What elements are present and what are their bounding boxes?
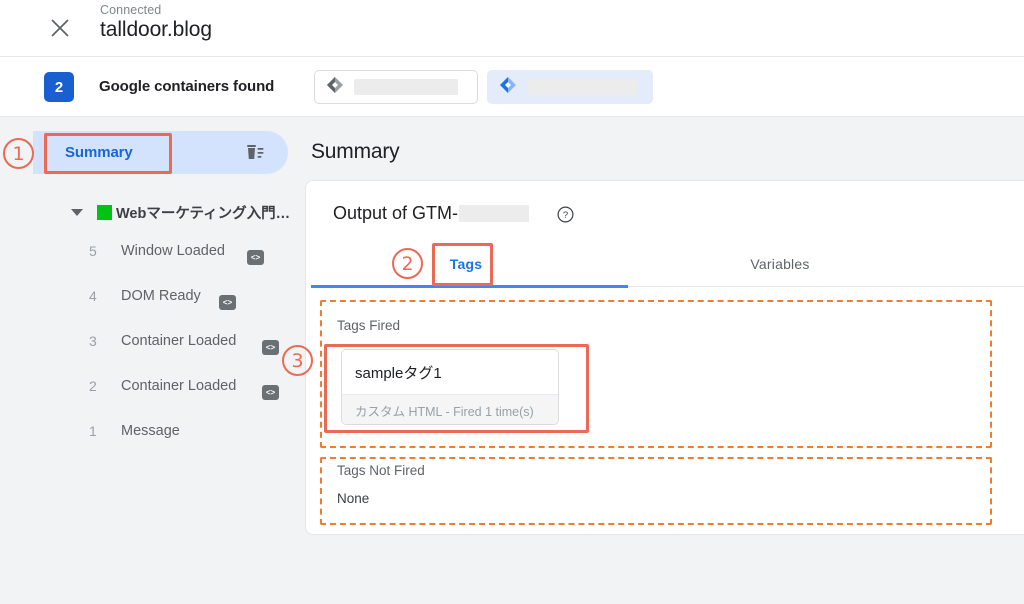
event-number: 4 [89,288,97,304]
code-icon: <> [219,295,236,310]
sidebar-event-3[interactable]: 3 Container Loaded <> [33,333,305,363]
connection-status: Connected [100,3,162,17]
tag-name: sampleタグ1 [355,364,442,382]
code-icon: <> [247,250,264,265]
code-icon: <> [262,340,279,355]
sidebar-event-1[interactable]: 1 Message [33,423,305,453]
help-circle-icon[interactable]: ? [557,206,574,223]
tag-meta: カスタム HTML - Fired 1 time(s) [342,394,558,424]
gtm-id-redacted [459,205,530,222]
close-icon[interactable] [44,12,76,44]
event-number: 1 [89,423,97,439]
tags-not-fired-title: Tags Not Fired [337,463,425,478]
sidebar-item-summary[interactable]: Summary [33,131,288,174]
container-status-indicator [97,204,112,220]
event-number: 5 [89,243,97,259]
container-chip-0[interactable] [314,70,478,104]
caret-down-icon[interactable] [71,208,83,216]
event-label: Window Loaded [121,243,225,259]
event-number: 2 [89,378,97,394]
top-bar: Connected talldoor.blog [0,0,1024,57]
sidebar-item-label: Summary [65,144,133,161]
code-icon: <> [262,385,279,400]
tab-tags[interactable]: Tags [433,245,499,283]
sidebar-event-2[interactable]: 2 Container Loaded <> [33,378,305,408]
tab-active-underline [311,285,628,288]
fired-tag-card[interactable]: sampleタグ1 カスタム HTML - Fired 1 time(s) [341,349,559,425]
svg-text:?: ? [563,210,568,221]
container-chip-1[interactable] [487,70,653,104]
container-count-badge: 2 [44,72,74,102]
event-label: Container Loaded [121,378,237,394]
delete-sweep-icon[interactable] [244,142,265,163]
container-id-redacted [354,79,458,95]
tags-not-fired-value: None [337,491,370,506]
sidebar-container-group[interactable]: Webマーケティング入門… [33,192,305,232]
tab-bar: Tags Variables [311,245,1024,285]
container-name-label: Webマーケティング入門… [116,205,291,222]
gtm-diamond-icon-blue [498,75,518,100]
gtm-diamond-icon-grey [325,75,345,100]
connected-domain: talldoor.blog [100,18,212,41]
sidebar-event-5[interactable]: 5 Window Loaded <> [33,243,305,273]
sidebar-event-4[interactable]: 4 DOM Ready <> [33,288,305,318]
event-label: Message [121,423,180,439]
event-label: Container Loaded [121,333,237,349]
gtm-preview-window: Connected talldoor.blog 2 Google contain… [0,0,1024,604]
tags-fired-title: Tags Fired [337,318,401,333]
tab-divider [628,286,1024,287]
output-header: Output of GTM- [333,203,530,224]
container-id-redacted [527,79,637,95]
containers-found-label: Google containers found [99,78,275,95]
event-number: 3 [89,333,97,349]
page-title: Summary [311,140,400,163]
output-header-label: Output of GTM- [333,203,459,223]
event-label: DOM Ready [121,288,201,304]
annotation-marker-1: 1 [3,138,34,169]
tab-variables[interactable]: Variables [730,245,830,283]
